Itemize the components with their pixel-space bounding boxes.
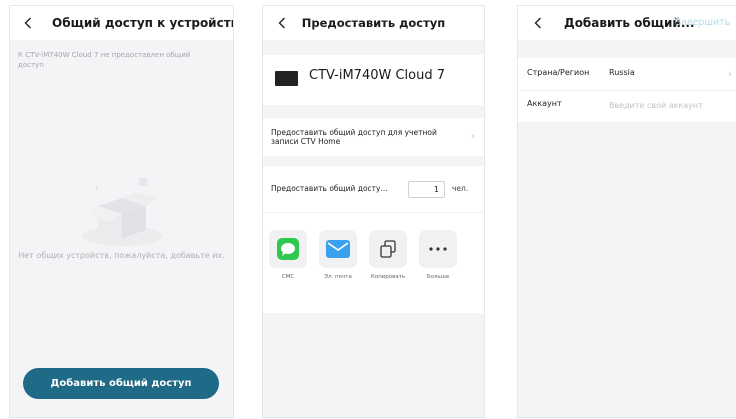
share-sms-button[interactable]: СМС bbox=[266, 230, 310, 280]
page-title: Общий доступ к устройствам bbox=[52, 16, 233, 30]
country-value: Russia bbox=[609, 68, 635, 77]
chevron-right-icon: › bbox=[728, 69, 732, 80]
copy-icon bbox=[380, 240, 396, 258]
share-options-panel: СМС Эл. почта Копировать Больше bbox=[263, 213, 484, 313]
back-arrow-icon bbox=[534, 17, 541, 29]
header: Предоставить доступ bbox=[263, 6, 484, 40]
account-input[interactable] bbox=[606, 94, 731, 116]
empty-box-icon: + bbox=[66, 176, 178, 256]
back-arrow-icon bbox=[24, 17, 31, 29]
account-label: Аккаунт bbox=[527, 99, 562, 108]
grant-access-screen: Предоставить доступ CTV-iM740W Cloud 7 П… bbox=[263, 6, 484, 417]
account-row: Аккаунт bbox=[518, 91, 736, 121]
share-tile bbox=[369, 230, 407, 268]
back-button[interactable] bbox=[528, 12, 548, 34]
header: Общий доступ к устройствам bbox=[10, 6, 233, 40]
share-count-label: Предоставить общий досту... bbox=[271, 184, 388, 193]
share-devices-screen: Общий доступ к устройствам К CTV-iM740W … bbox=[10, 6, 233, 417]
country-row[interactable]: Страна/Регион Russia › bbox=[518, 60, 736, 91]
share-option-label: Больше bbox=[426, 274, 450, 280]
device-card: CTV-iM740W Cloud 7 bbox=[263, 55, 484, 105]
share-tile bbox=[269, 230, 307, 268]
share-count-unit: чел. bbox=[452, 184, 469, 193]
share-copy-button[interactable]: Копировать bbox=[366, 230, 410, 280]
device-name: CTV-iM740W Cloud 7 bbox=[309, 68, 446, 83]
add-share-screen: Добавить общий... Завершить Страна/Регио… bbox=[518, 6, 736, 417]
share-count-row: Предоставить общий досту... 1 чел. bbox=[263, 166, 484, 213]
share-email-button[interactable]: Эл. почта bbox=[316, 230, 360, 280]
header: Добавить общий... Завершить bbox=[518, 6, 736, 40]
back-button[interactable] bbox=[18, 12, 38, 34]
add-share-button[interactable]: Добавить общий доступ bbox=[23, 368, 219, 399]
share-tile bbox=[419, 230, 457, 268]
more-icon bbox=[429, 247, 447, 251]
share-more-button[interactable]: Больше bbox=[416, 230, 460, 280]
finish-button[interactable]: Завершить bbox=[675, 6, 730, 40]
share-tile bbox=[319, 230, 357, 268]
share-account-row[interactable]: Предоставить общий доступ для учетной за… bbox=[263, 118, 484, 156]
empty-state-text: Нет общих устройств, пожалуйста, добавьт… bbox=[18, 251, 225, 260]
share-option-label: СМС bbox=[281, 274, 295, 280]
page-title: Предоставить доступ bbox=[301, 16, 446, 30]
bottom-area bbox=[263, 313, 484, 417]
svg-text:+: + bbox=[93, 184, 100, 193]
sms-icon bbox=[277, 238, 299, 260]
share-option-label: Копировать bbox=[370, 274, 406, 280]
share-form: Страна/Регион Russia › Аккаунт bbox=[518, 58, 736, 122]
email-icon bbox=[326, 240, 350, 258]
device-icon bbox=[275, 71, 298, 86]
chevron-right-icon: › bbox=[471, 131, 475, 142]
share-option-label: Эл. почта bbox=[324, 274, 352, 280]
share-count-input[interactable]: 1 bbox=[408, 181, 445, 198]
country-label: Страна/Регион bbox=[527, 68, 590, 77]
share-notice: К CTV-iM740W Cloud 7 не предоставлен общ… bbox=[18, 51, 191, 69]
share-account-label: Предоставить общий доступ для учетной за… bbox=[271, 128, 437, 146]
